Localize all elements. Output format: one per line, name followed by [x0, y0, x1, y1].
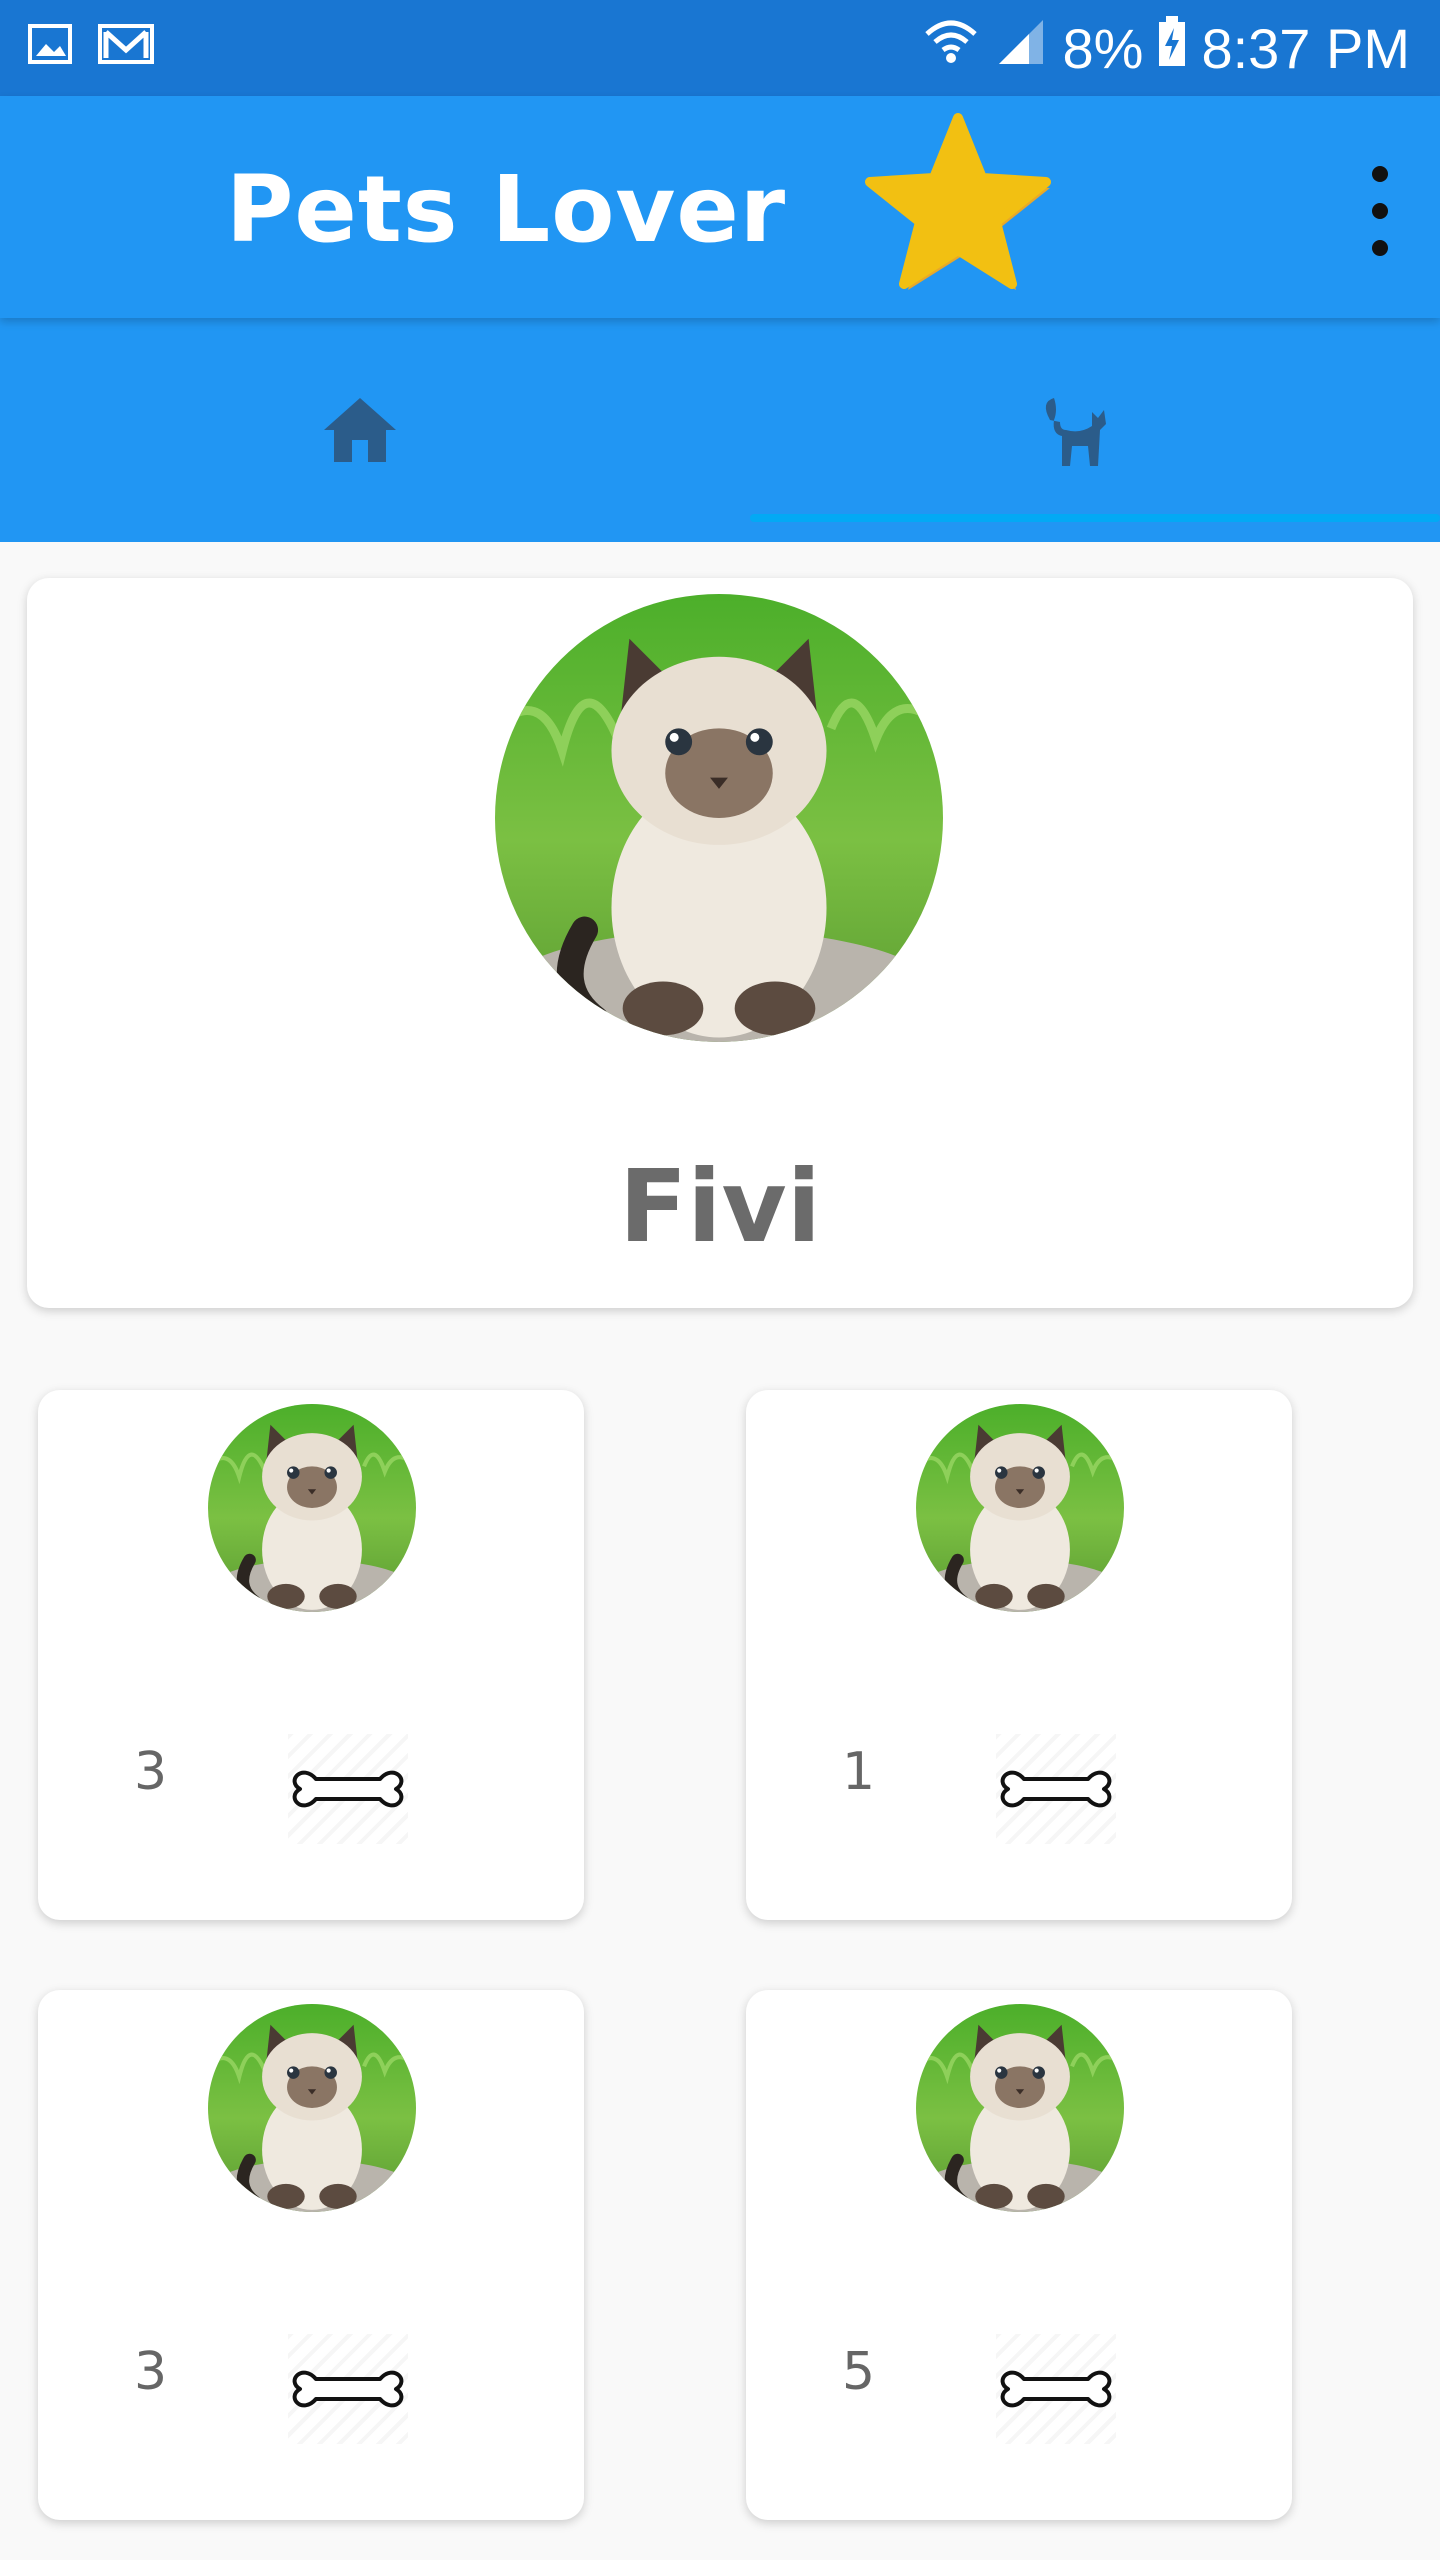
favorite-star-button[interactable] — [862, 108, 1054, 300]
cat-icon — [1045, 398, 1106, 466]
pet-card[interactable]: 1 — [746, 1390, 1292, 1920]
wifi-icon — [923, 14, 979, 83]
pet-card[interactable]: 3 — [38, 1990, 584, 2520]
bone-icon — [996, 1759, 1116, 1819]
menu-dot — [1372, 240, 1388, 256]
pet-avatar — [916, 1404, 1124, 1612]
pet-avatar — [208, 2004, 416, 2212]
more-vert-icon — [1372, 166, 1388, 182]
tab-home[interactable] — [0, 318, 720, 542]
mail-icon — [96, 20, 156, 73]
overflow-menu-button[interactable] — [1350, 166, 1410, 256]
bone-icon — [288, 2359, 408, 2419]
star-icon — [865, 113, 1051, 290]
menu-dot — [1372, 203, 1388, 219]
system-indicators: 8% 8:37 PM — [923, 0, 1410, 96]
bone-button[interactable] — [996, 2334, 1116, 2444]
profile-card[interactable]: Fivi — [27, 578, 1413, 1308]
pet-count: 5 — [842, 2342, 876, 2402]
clock: 8:37 PM — [1201, 16, 1410, 80]
tab-bar — [0, 318, 1440, 542]
tab-indicator — [750, 514, 1440, 522]
home-icon — [324, 398, 396, 462]
profile-name: Fivi — [618, 1148, 822, 1265]
pet-count: 3 — [134, 2342, 168, 2402]
app-title: Pets Lover — [226, 156, 787, 263]
status-bar: 8% 8:37 PM — [0, 0, 1440, 96]
pet-avatar — [916, 2004, 1124, 2212]
app-bar: Pets Lover — [0, 96, 1440, 318]
pet-count: 3 — [134, 1742, 168, 1802]
notification-icons — [26, 20, 156, 73]
tab-pets[interactable] — [720, 318, 1440, 542]
gallery-icon — [26, 20, 74, 73]
bone-button[interactable] — [288, 1734, 408, 1844]
bone-button[interactable] — [288, 2334, 408, 2444]
bone-icon — [996, 2359, 1116, 2419]
battery-percent: 8% — [1062, 16, 1144, 80]
profile-avatar — [495, 594, 943, 1042]
bone-icon — [288, 1759, 408, 1819]
pet-count: 1 — [842, 1742, 876, 1802]
signal-icon — [993, 14, 1049, 83]
pet-avatar — [208, 1404, 416, 1612]
bone-button[interactable] — [996, 1734, 1116, 1844]
battery-charging-icon — [1157, 15, 1187, 81]
pet-card[interactable]: 5 — [746, 1990, 1292, 2520]
pet-card[interactable]: 3 — [38, 1390, 584, 1920]
